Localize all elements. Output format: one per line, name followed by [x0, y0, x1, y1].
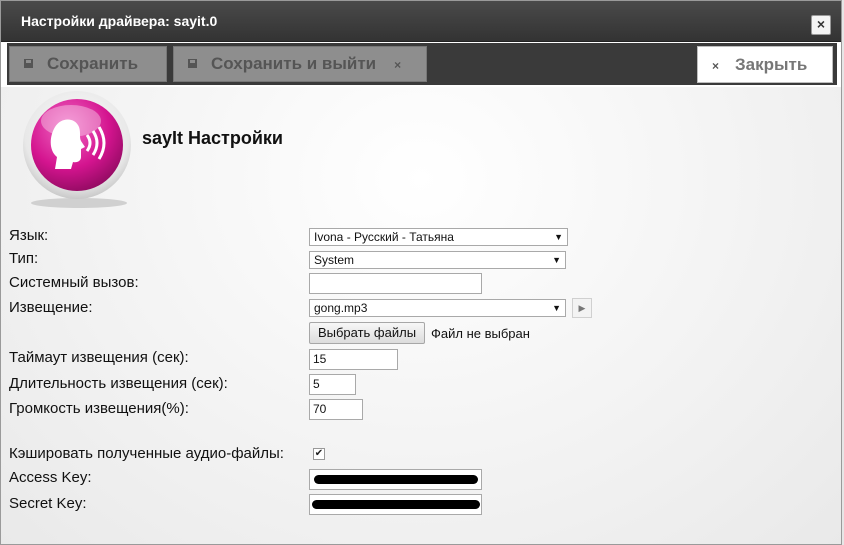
close-button[interactable]: × Закрыть [697, 46, 833, 83]
close-small-icon: × [712, 59, 720, 73]
window-title: Настройки драйвера: sayit.0 [21, 13, 218, 29]
volume-input[interactable]: 70 [309, 399, 363, 420]
title-bar[interactable]: Настройки драйвера: sayit.0 × [1, 1, 841, 42]
close-icon[interactable]: × [811, 15, 831, 35]
floppy-disk-icon [24, 48, 33, 82]
access-key-label: Access Key: [9, 469, 92, 486]
language-value: Ivona - Русский - Татьяна [314, 230, 454, 244]
type-value: System [314, 253, 355, 267]
floppy-disk-icon [188, 48, 197, 82]
close-small-icon: × [394, 57, 402, 72]
page-title: sayIt Настройки [142, 128, 283, 148]
toolbar: Сохранить Сохранить и выйти × × Закрыть [7, 43, 837, 85]
system-call-input[interactable] [309, 273, 482, 294]
save-button[interactable]: Сохранить [9, 46, 167, 82]
timeout-input[interactable]: 15 [309, 349, 398, 370]
sayit-logo-icon [15, 91, 143, 209]
play-icon[interactable]: ▶ [572, 298, 592, 318]
duration-label: Длительность извещения (сек): [9, 375, 228, 392]
file-status-text: Файл не выбран [431, 326, 530, 341]
timeout-label: Таймаут извещения (сек): [9, 349, 189, 366]
save-label: Сохранить [47, 54, 139, 73]
volume-label: Громкость извещения(%): [9, 400, 189, 417]
settings-content: sayIt Настройки Язык: Ivona - Русский - … [1, 87, 841, 544]
notification-select[interactable]: gong.mp3 ▼ [309, 299, 566, 317]
duration-input[interactable]: 5 [309, 374, 356, 395]
secret-key-label: Secret Key: [9, 495, 87, 512]
cache-label: Кэшировать полученные аудио-файлы: [9, 445, 284, 462]
notification-label: Извещение: [9, 299, 93, 316]
cache-checkbox[interactable]: ✔ [313, 448, 325, 460]
dropdown-arrow-icon: ▼ [552, 255, 561, 265]
notification-value: gong.mp3 [314, 301, 368, 315]
access-key-input[interactable] [309, 469, 482, 490]
dropdown-arrow-icon: ▼ [554, 232, 563, 242]
driver-settings-dialog: Настройки драйвера: sayit.0 × Сохранить … [0, 0, 842, 545]
dropdown-arrow-icon: ▼ [552, 303, 561, 313]
language-select[interactable]: Ivona - Русский - Татьяна ▼ [309, 228, 568, 246]
secret-key-input[interactable] [309, 494, 482, 515]
close-label: Закрыть [735, 55, 808, 74]
save-and-exit-label: Сохранить и выйти [211, 54, 377, 73]
system-call-label: Системный вызов: [9, 274, 139, 291]
redacted-value [314, 475, 478, 484]
type-select[interactable]: System ▼ [309, 251, 566, 269]
choose-file-button[interactable]: Выбрать файлы [309, 322, 425, 344]
save-and-exit-button[interactable]: Сохранить и выйти × [173, 46, 427, 82]
redacted-value [312, 500, 480, 509]
language-label: Язык: [9, 227, 49, 244]
type-label: Тип: [9, 250, 39, 267]
